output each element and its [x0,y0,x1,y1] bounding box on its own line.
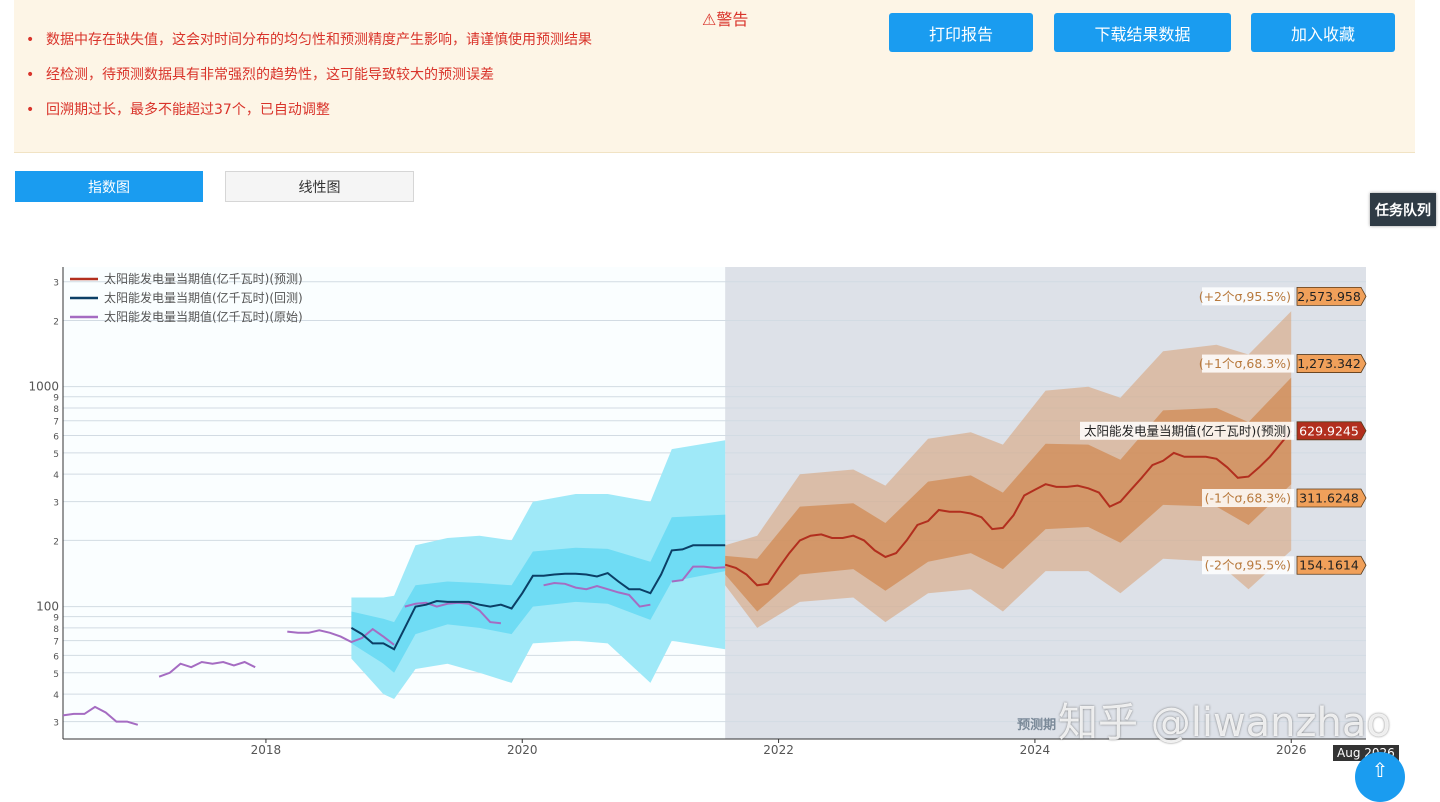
y-tick-label: 3 [53,279,59,289]
warning-item: 经检测，待预测数据具有非常强烈的趋势性，这可能导致较大的预测误差 [24,63,592,98]
y-tick-label: 3 [53,719,59,729]
y-tick-label: 7 [53,638,59,648]
end-label-value: 629.9245 [1299,423,1359,438]
end-label-caption: (-2个σ,95.5%) [1205,558,1291,573]
end-label-caption: (+2个σ,95.5%) [1199,289,1291,304]
y-tick-label: 4 [53,691,59,701]
legend-label: 太阳能发电量当期值(亿千瓦时)(预测) [104,271,303,286]
y-tick-label: 5 [53,670,59,680]
y-tick-label: 2 [53,317,59,327]
end-label-value: 1,273.342 [1297,356,1361,371]
end-label-value: 2,573.958 [1297,289,1361,304]
x-tick-label: 2018 [251,743,282,757]
forecast-region-label: 预测期 [1017,717,1056,733]
y-tick-label: 6 [53,432,59,442]
x-tick-label: 2022 [763,743,794,757]
y-tick-label: 5 [53,450,59,460]
y-tick-label: 4 [53,471,59,481]
watermark: 知乎 @liwanzhao [1058,700,1391,746]
legend-label: 太阳能发电量当期值(亿千瓦时)(原始) [104,309,303,324]
warning-title: ⚠警告 [702,10,749,29]
end-label-caption: (-1个σ,68.3%) [1205,491,1291,506]
end-label-caption: 太阳能发电量当期值(亿千瓦时)(预测) [1084,423,1291,438]
y-tick-label: 1000 [28,380,59,394]
y-tick-label: 2 [53,537,59,547]
y-tick-label: 6 [53,652,59,662]
warning-list: 数据中存在缺失值，这会对时间分布的均匀性和预测精度产生影响，请谨慎使用预测结果 … [24,28,592,133]
y-tick-label: 8 [53,625,59,635]
end-label-value: 311.6248 [1299,491,1359,506]
tab-linear-chart[interactable]: 线性图 [225,171,414,202]
y-tick-label: 9 [53,394,59,404]
y-tick-label: 8 [53,405,59,415]
y-tick-label: 7 [53,418,59,428]
warning-item: 回溯期过长，最多不能超过37个，已自动调整 [24,98,592,133]
legend-label: 太阳能发电量当期值(亿千瓦时)(回测) [104,290,303,305]
tab-exponential-chart[interactable]: 指数图 [15,171,203,202]
task-queue-button[interactable]: 任务队列 [1370,193,1436,226]
y-tick-label: 9 [53,614,59,624]
x-tick-label: 2020 [507,743,538,757]
warning-item: 数据中存在缺失值，这会对时间分布的均匀性和预测精度产生影响，请谨慎使用预测结果 [24,28,592,63]
download-results-button[interactable]: 下载结果数据 [1054,13,1231,52]
add-favorite-button[interactable]: 加入收藏 [1251,13,1395,52]
x-tick-label: 2024 [1020,743,1051,757]
print-report-button[interactable]: 打印报告 [889,13,1033,52]
end-label-value: 154.1614 [1299,558,1359,573]
end-label-caption: (+1个σ,68.3%) [1199,356,1291,371]
scroll-top-button[interactable]: ⇧ [1355,752,1405,802]
y-tick-label: 3 [53,499,59,509]
y-tick-label: 100 [36,600,59,614]
